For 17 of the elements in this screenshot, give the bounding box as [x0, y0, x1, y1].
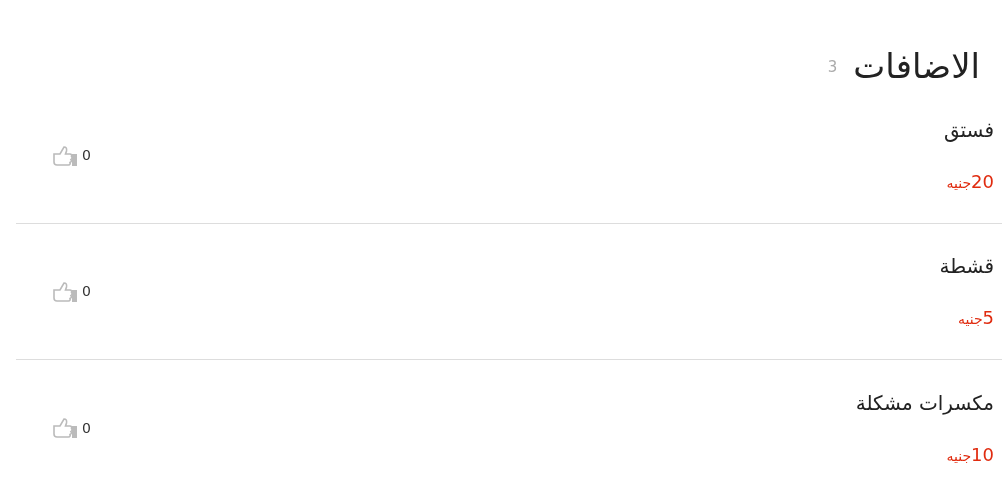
item-name: قشطة [939, 254, 994, 278]
section-title: الاضافات [853, 45, 980, 88]
like-button[interactable]: 0 [52, 416, 91, 440]
item-name: فستق [943, 118, 994, 142]
item-name: مكسرات مشكلة [855, 390, 994, 415]
thumbs-up-icon [52, 143, 78, 168]
price-amount: 20 [971, 170, 994, 194]
price-currency: جنيه [946, 446, 972, 466]
like-button[interactable]: 0 [52, 279, 91, 304]
like-button[interactable]: 0 [52, 143, 91, 168]
price-currency: جنيه [957, 310, 983, 329]
price-amount: 5 [982, 306, 994, 330]
price-currency: جنيه [946, 174, 972, 193]
thumbs-up-icon [52, 279, 78, 304]
item-count: 3 [827, 56, 838, 78]
thumbs-up-icon [52, 416, 78, 440]
price-amount: 10 [971, 442, 994, 467]
